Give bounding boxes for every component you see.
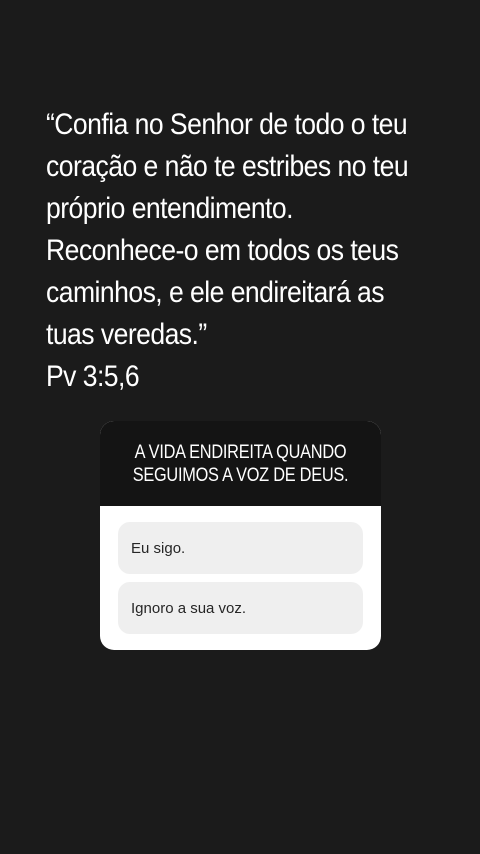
verse-line-1: “Confia no Senhor de todo o teu (46, 108, 408, 141)
bible-verse-text: “Confia no Senhor de todo o teu coração … (46, 104, 424, 398)
verse-line-3: próprio entendimento. (46, 192, 294, 225)
poll-option-label: Ignoro a sua voz. (131, 599, 247, 617)
verse-line-2: coração e não te estribes no teu (46, 150, 409, 183)
verse-line-5: caminhos, e ele endireitará as (46, 276, 385, 309)
poll-question-line-1: A VIDA ENDIREITA QUANDO (134, 442, 347, 463)
poll-option-ignore[interactable]: Ignoro a sua voz. (118, 582, 363, 634)
verse-line-4: Reconhece-o em todos os teus (46, 234, 399, 267)
poll-options: Eu sigo. Ignoro a sua voz. (100, 506, 381, 634)
poll-question-line-2: SEGUIMOS A VOZ DE DEUS. (132, 465, 349, 486)
poll-option-label: Eu sigo. (131, 539, 186, 557)
verse-line-6: tuas veredas.” (46, 318, 207, 351)
poll-question: A VIDA ENDIREITA QUANDO SEGUIMOS A VOZ D… (100, 421, 381, 506)
story-canvas: “Confia no Senhor de todo o teu coração … (0, 0, 480, 854)
poll-option-follow[interactable]: Eu sigo. (118, 522, 363, 574)
verse-reference: Pv 3:5,6 (46, 360, 140, 393)
poll-sticker: A VIDA ENDIREITA QUANDO SEGUIMOS A VOZ D… (100, 421, 381, 650)
